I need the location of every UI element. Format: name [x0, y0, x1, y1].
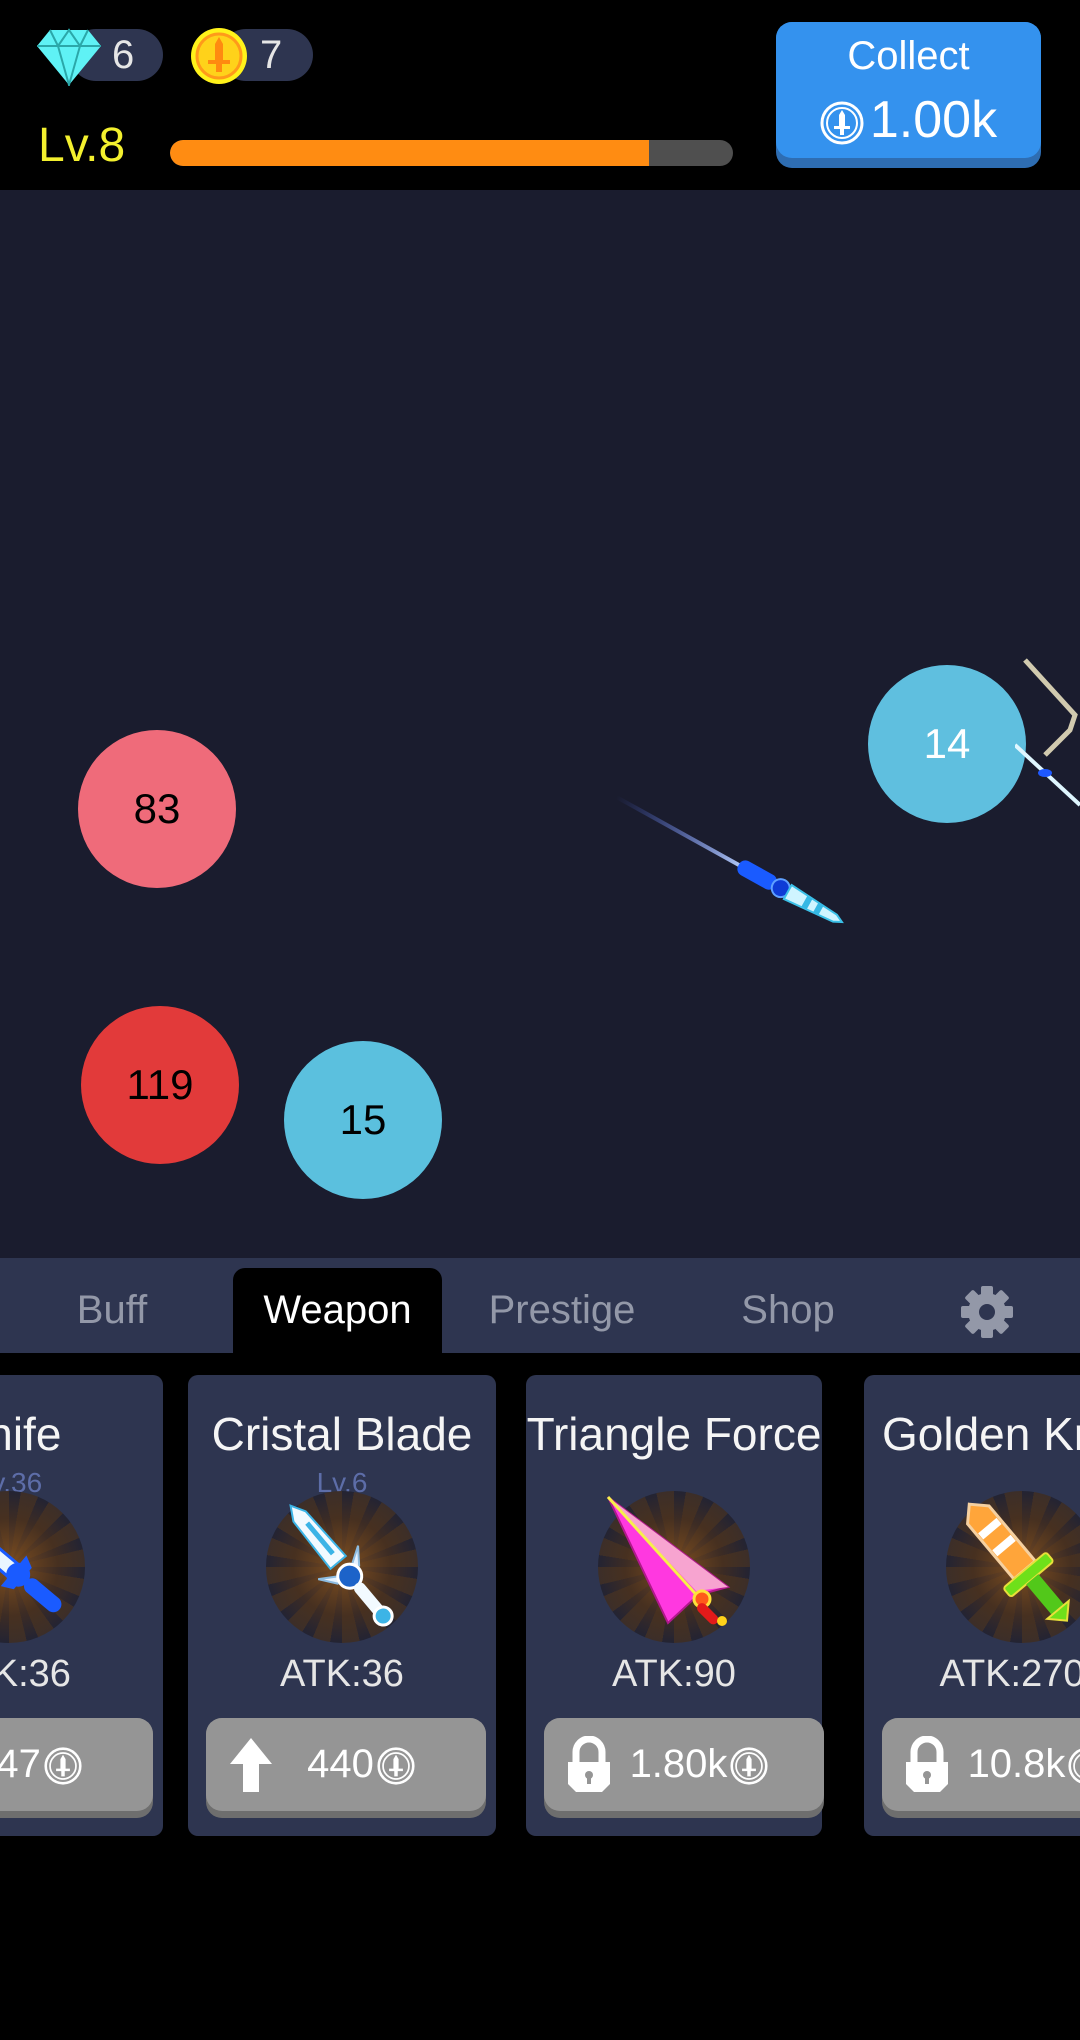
weapon-upgrade-button[interactable]: 440 [206, 1718, 486, 1818]
collect-amount: 1.00k [869, 91, 998, 149]
weapon-card[interactable]: Knife Lv.36 ATK:36 147 [0, 1375, 163, 1836]
weapon-attack: ATK:36 [280, 1653, 404, 1695]
weapon-attack: ATK:36 [0, 1653, 71, 1695]
ball-value: 83 [133, 785, 181, 832]
tab-bar: Buff Weapon Prestige Shop [0, 1258, 1080, 1353]
weapon-card[interactable]: Golden Knife ATK:270 10.8k [864, 1375, 1080, 1836]
flying-knife [615, 795, 844, 924]
weapon-price: 147 [0, 1742, 41, 1786]
collect-button[interactable]: Collect 1.00k [776, 22, 1041, 168]
tab-shop[interactable]: Shop [688, 1268, 888, 1353]
weapon-card[interactable]: Triangle Force ATK:90 1.80k [526, 1375, 824, 1836]
triangle-force-icon [606, 1495, 731, 1626]
sword-coin-icon [730, 1747, 768, 1786]
sword-coin-icon [191, 28, 247, 84]
weapon-price: 10.8k [967, 1742, 1066, 1786]
player-level: Lv.8 [38, 119, 126, 172]
weapon-attack: ATK:90 [612, 1653, 736, 1695]
weapon-emblem [0, 1491, 85, 1643]
weapon-emblem [598, 1491, 750, 1643]
sword-coin-icon [1068, 1749, 1080, 1784]
golden-knife-icon [966, 1502, 1070, 1622]
sword-coin-icon [377, 1747, 415, 1786]
weapon-name: Cristal Blade [211, 1408, 473, 1460]
coin-count: 7 [260, 33, 283, 77]
ball-value: 15 [339, 1096, 387, 1143]
target-ball: 119 [81, 1006, 239, 1164]
crystal-blade-icon [289, 1504, 394, 1627]
weapon-card[interactable]: Cristal Blade Lv.6 ATK:36 440 [188, 1375, 496, 1836]
weapon-unlock-button[interactable]: 10.8k [882, 1718, 1080, 1818]
diamond-icon [37, 28, 101, 86]
top-bar: 6 7 Lv.8 Collect 1.00k [0, 0, 1080, 190]
xp-progress-bar [170, 140, 733, 166]
impact-spark [1015, 658, 1080, 807]
weapon-unlock-button[interactable]: 1.80k [544, 1718, 824, 1818]
weapon-emblem [266, 1491, 418, 1643]
sword-coin-icon [44, 1747, 82, 1786]
gear-icon[interactable] [960, 1285, 1014, 1339]
weapon-name: Triangle Force [526, 1408, 822, 1460]
ball-value: 14 [923, 720, 971, 767]
target-ball: 15 [284, 1041, 442, 1199]
tab-weapon[interactable]: Weapon [233, 1268, 442, 1353]
ball-value: 119 [126, 1061, 194, 1108]
weapon-name: Golden Knife [882, 1408, 1080, 1460]
gem-count: 6 [112, 33, 135, 77]
tab-prestige[interactable]: Prestige [462, 1268, 662, 1353]
collect-label: Collect [847, 34, 970, 78]
weapon-buy-button[interactable]: 147 [0, 1718, 153, 1818]
weapon-emblem [946, 1491, 1080, 1643]
knife-icon [0, 1522, 62, 1613]
weapon-attack: ATK:270 [939, 1653, 1080, 1695]
weapon-name: Knife [0, 1408, 62, 1460]
weapon-price: 440 [307, 1742, 374, 1786]
tab-buff[interactable]: Buff [12, 1268, 212, 1353]
weapon-price: 1.80k [629, 1742, 728, 1786]
target-ball: 83 [78, 730, 236, 888]
game-arena[interactable]: 83 119 15 14 [0, 190, 1080, 1258]
sword-coin-icon [820, 101, 864, 145]
xp-progress-fill [170, 140, 649, 166]
target-ball: 14 [868, 665, 1026, 823]
